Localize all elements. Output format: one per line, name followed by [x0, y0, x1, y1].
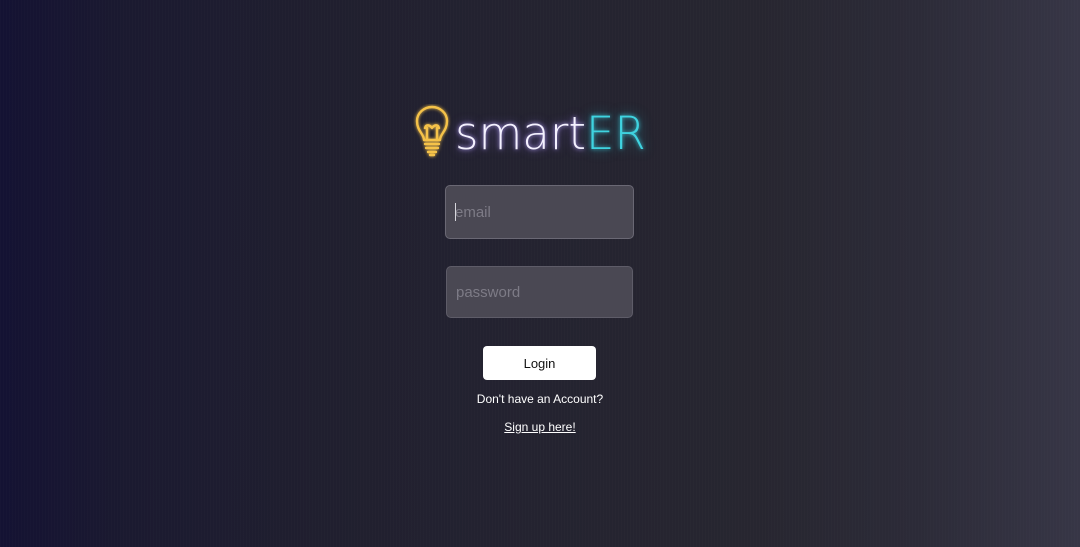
- logo-wordmark: smartER: [455, 108, 646, 160]
- login-button[interactable]: Login: [483, 346, 596, 380]
- no-account-prompt: Don't have an Account?: [476, 392, 604, 406]
- signup-link[interactable]: Sign up here!: [440, 420, 640, 434]
- text-caret: [455, 203, 456, 221]
- logo-wordmark-smart: smart: [455, 107, 587, 160]
- lightbulb-icon: [415, 105, 449, 157]
- email-input[interactable]: [445, 185, 634, 239]
- app-logo: smartER: [412, 104, 662, 164]
- logo-wordmark-er: ER: [586, 107, 646, 160]
- password-input[interactable]: [446, 266, 633, 318]
